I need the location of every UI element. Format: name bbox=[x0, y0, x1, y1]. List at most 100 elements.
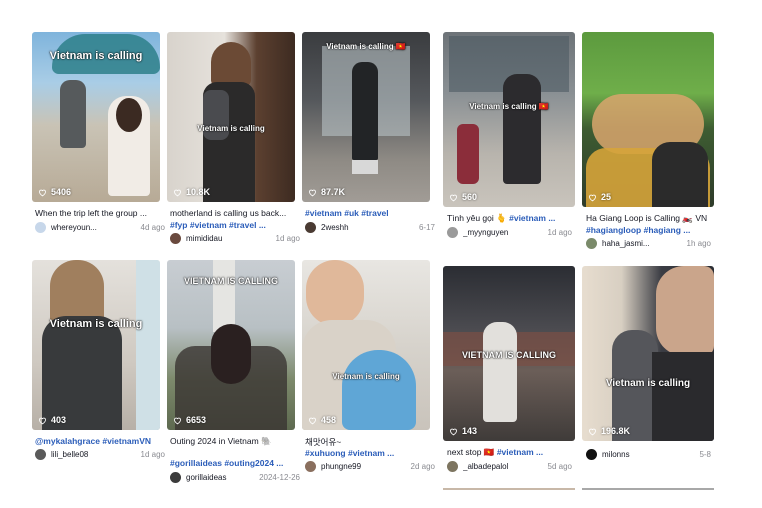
video-thumbnail[interactable]: VIETNAM IS CALLING 143 bbox=[443, 266, 575, 441]
video-hashtags[interactable]: @mykalahgrace #vietnamVN bbox=[35, 436, 165, 446]
next-row-thumbnail-edge bbox=[443, 488, 575, 490]
video-hashtags[interactable]: #gorillaideas #outing2024 ... bbox=[170, 458, 300, 468]
hashtags-text[interactable]: @mykalahgrace #vietnamVN bbox=[35, 436, 151, 446]
heart-outline-icon bbox=[450, 428, 457, 435]
author-name[interactable]: _albadepalol bbox=[463, 462, 548, 471]
hashtags-text[interactable]: #fyp #vietnam #travel ... bbox=[170, 220, 266, 230]
author-name[interactable]: 2weshh bbox=[321, 223, 419, 232]
video-meta: gorillaideas 2024-12-26 bbox=[170, 472, 300, 483]
video-caption[interactable]: Outing 2024 in Vietnam 🐘 bbox=[170, 436, 300, 447]
caption-text: 채맛어유~ bbox=[305, 437, 342, 447]
avatar[interactable] bbox=[447, 461, 458, 472]
video-thumbnail[interactable]: Vietnam is calling 10.8K bbox=[167, 32, 295, 202]
caption-text: Ha Giang Loop is Calling 🏍️ VN bbox=[586, 213, 708, 223]
like-count: 87.7K bbox=[308, 187, 345, 197]
post-date: 6-17 bbox=[418, 223, 435, 232]
person-hair-shape bbox=[211, 324, 251, 384]
video-meta: whereyoun... 4d ago bbox=[35, 222, 165, 233]
person-shape bbox=[652, 352, 714, 441]
hashtags-text[interactable]: #vietnam ... bbox=[497, 447, 543, 457]
video-hashtags[interactable]: #xuhuong #vietnam ... bbox=[305, 448, 435, 458]
video-hashtags[interactable]: #fyp #vietnam #travel ... bbox=[170, 220, 300, 230]
like-count: 5406 bbox=[38, 187, 71, 197]
video-hashtags[interactable]: #vietnam #uk #travel bbox=[305, 208, 435, 218]
hat-shape bbox=[342, 350, 416, 430]
post-date: 2d ago bbox=[410, 462, 435, 471]
video-thumbnail[interactable]: Vietnam is calling 🇻🇳 560 bbox=[443, 32, 575, 207]
post-date: 5d ago bbox=[547, 462, 572, 471]
like-count-value: 458 bbox=[321, 415, 337, 425]
like-count-value: 6653 bbox=[186, 415, 207, 425]
video-meta: phungne99 2d ago bbox=[305, 461, 435, 472]
hashtags-text[interactable]: #xuhuong #vietnam ... bbox=[305, 448, 394, 458]
author-name[interactable]: _myynguyen bbox=[463, 228, 548, 237]
video-thumbnail[interactable]: Vietnam is calling 458 bbox=[302, 260, 430, 430]
video-thumbnail[interactable]: Vietnam is calling 196.8K bbox=[582, 266, 714, 441]
video-thumbnail[interactable]: Vietnam is calling 5406 bbox=[32, 32, 160, 202]
video-hashtags[interactable]: #hagiangloop #hagiang ... bbox=[586, 225, 714, 235]
video-caption[interactable]: Tình yêu gọi 🫰 #vietnam ... bbox=[447, 213, 572, 224]
video-meta: haha_jasmi... 1h ago bbox=[586, 238, 711, 249]
caption-text: next stop 🇻🇳 bbox=[447, 447, 495, 457]
video-thumbnail[interactable]: Vietnam is calling 403 bbox=[32, 260, 160, 430]
video-caption[interactable]: motherland is calling us back... bbox=[170, 208, 300, 218]
author-name[interactable]: lili_belle08 bbox=[51, 450, 141, 459]
post-date: 1d ago bbox=[140, 450, 165, 459]
post-date: 4d ago bbox=[140, 223, 165, 232]
hashtags-text[interactable]: #hagiangloop #hagiang ... bbox=[586, 225, 690, 235]
avatar[interactable] bbox=[586, 449, 597, 460]
like-count-value: 87.7K bbox=[321, 187, 346, 197]
author-name[interactable]: phungne99 bbox=[321, 462, 411, 471]
avatar[interactable] bbox=[35, 449, 46, 460]
avatar[interactable] bbox=[170, 233, 181, 244]
like-count: 403 bbox=[38, 415, 66, 425]
heart-outline-icon bbox=[174, 189, 181, 196]
heart-outline-icon bbox=[39, 417, 46, 424]
next-row-thumbnail-edge bbox=[582, 488, 714, 490]
caption-text: motherland is calling us back... bbox=[170, 208, 287, 218]
author-name[interactable]: mimididau bbox=[186, 234, 276, 243]
hashtags-text[interactable]: #vietnam #uk #travel bbox=[305, 208, 389, 218]
author-name[interactable]: haha_jasmi... bbox=[602, 239, 687, 248]
author-name[interactable]: whereyoun... bbox=[51, 223, 141, 232]
video-thumbnail[interactable]: Vietnam is calling 🇻🇳 87.7K bbox=[302, 32, 430, 202]
hashtags-text[interactable]: #vietnam ... bbox=[509, 213, 555, 223]
video-caption[interactable]: Ha Giang Loop is Calling 🏍️ VN bbox=[586, 213, 714, 224]
avatar[interactable] bbox=[170, 472, 181, 483]
like-count: 560 bbox=[449, 192, 477, 202]
hashtags-text[interactable]: #gorillaideas #outing2024 ... bbox=[170, 458, 283, 468]
author-name[interactable]: milonns bbox=[602, 450, 699, 459]
avatar[interactable] bbox=[586, 238, 597, 249]
video-meta: _myynguyen 1d ago bbox=[447, 227, 572, 238]
caption-text: Outing 2024 in Vietnam 🐘 bbox=[170, 436, 272, 446]
video-caption[interactable]: When the trip left the group ... bbox=[35, 208, 165, 218]
heart-outline-icon bbox=[309, 189, 316, 196]
author-name[interactable]: gorillaideas bbox=[186, 473, 259, 482]
person-hair-shape bbox=[211, 42, 251, 86]
like-count: 458 bbox=[308, 415, 336, 425]
video-meta: _albadepalol 5d ago bbox=[447, 461, 572, 472]
avatar[interactable] bbox=[305, 222, 316, 233]
caption-text: When the trip left the group ... bbox=[35, 208, 147, 218]
avatar[interactable] bbox=[305, 461, 316, 472]
person-face-shape bbox=[306, 260, 364, 326]
video-caption[interactable]: next stop 🇻🇳 #vietnam ... bbox=[447, 447, 572, 458]
heart-outline-icon bbox=[450, 194, 457, 201]
video-thumbnail[interactable]: VIETNAM IS CALLING 6653 bbox=[167, 260, 295, 430]
luggage-shape bbox=[457, 124, 479, 184]
like-count: 143 bbox=[449, 426, 477, 436]
overlay-text: Vietnam is calling bbox=[49, 50, 143, 62]
video-thumbnail[interactable]: 25 bbox=[582, 32, 714, 207]
statue-shape bbox=[213, 260, 235, 332]
video-meta: milonns 5-8 bbox=[586, 449, 711, 460]
video-meta: 2weshh 6-17 bbox=[305, 222, 435, 233]
video-caption[interactable]: 채맛어유~ bbox=[305, 436, 435, 448]
like-count: 6653 bbox=[173, 415, 206, 425]
avatar[interactable] bbox=[447, 227, 458, 238]
person-shape bbox=[652, 142, 708, 207]
person-shape bbox=[483, 322, 517, 422]
post-date: 1h ago bbox=[686, 239, 711, 248]
like-count: 196.8K bbox=[588, 426, 630, 436]
like-count-value: 403 bbox=[51, 415, 67, 425]
avatar[interactable] bbox=[35, 222, 46, 233]
